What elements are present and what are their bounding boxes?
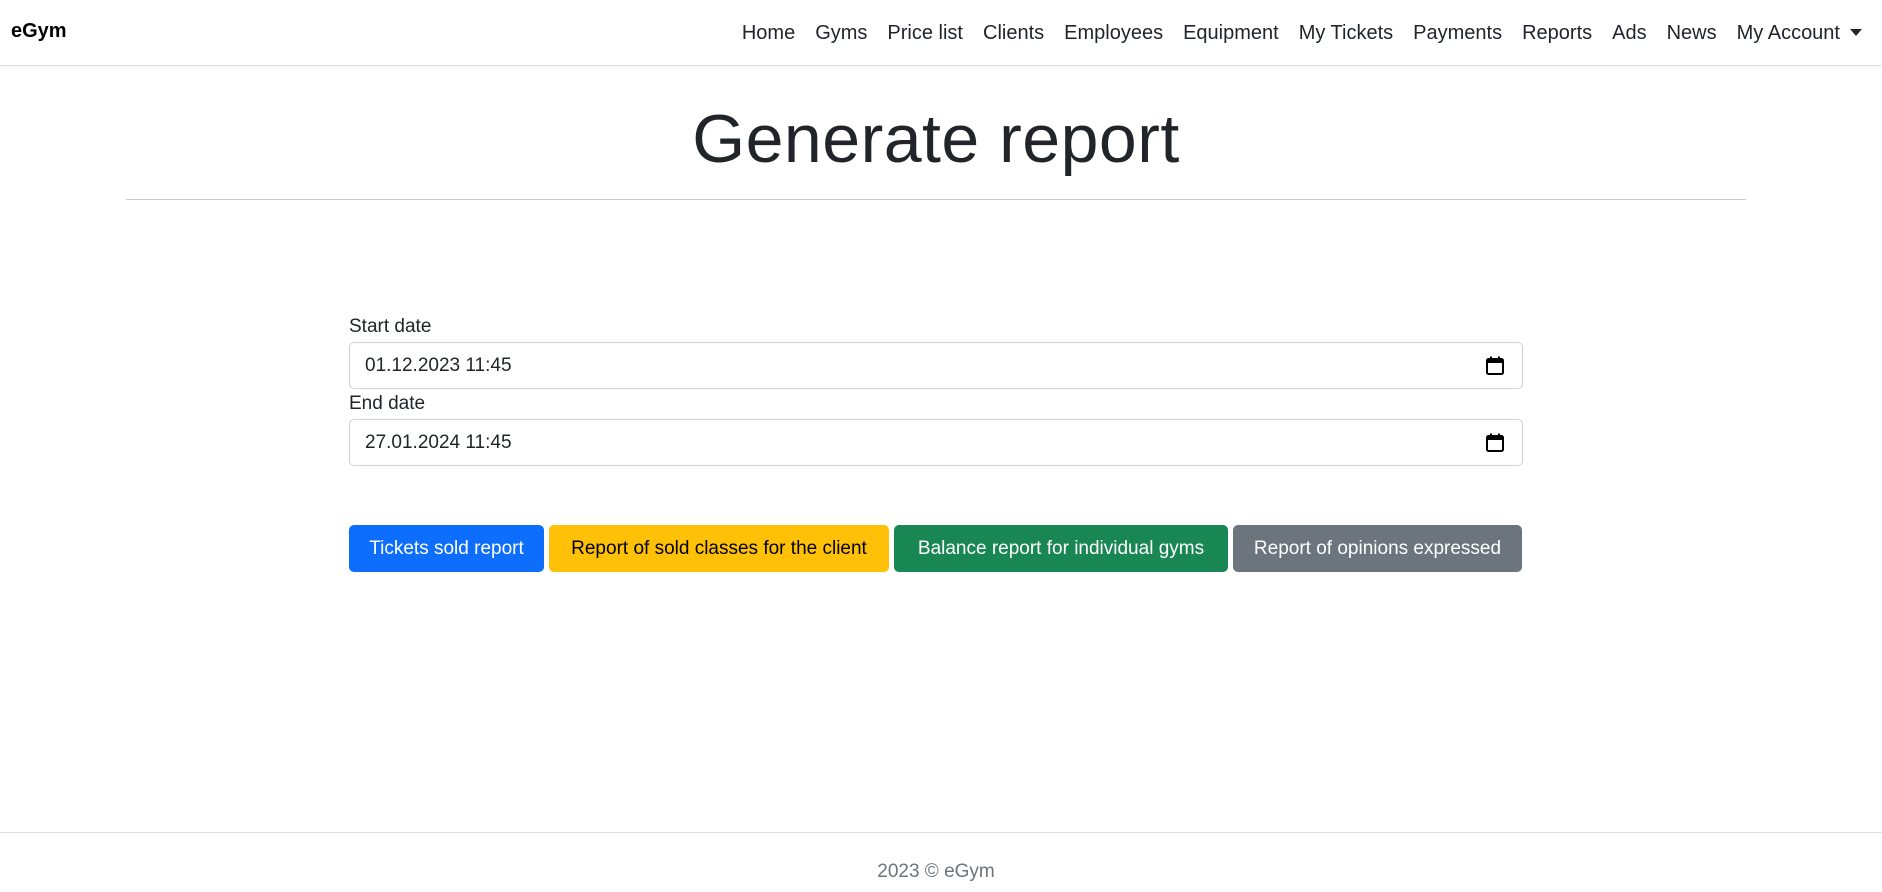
sold-classes-report-button[interactable]: Report of sold classes for the client: [549, 525, 889, 572]
nav-item-home[interactable]: Home: [732, 22, 805, 45]
top-navbar: eGym Home Gyms Price list Clients Employ…: [0, 0, 1882, 66]
nav-item-employees[interactable]: Employees: [1054, 22, 1173, 45]
end-date-value: 27.01.2024 11:45: [365, 432, 512, 453]
nav-item-price-list[interactable]: Price list: [877, 22, 973, 45]
start-date-label: Start date: [349, 316, 432, 337]
footer-copyright: 2023 © eGym: [877, 861, 995, 882]
start-date-input[interactable]: 01.12.2023 11:45: [349, 342, 1523, 389]
chevron-down-icon: [1850, 28, 1862, 36]
report-form: Start date 01.12.2023 11:45 End date 27.…: [349, 316, 1523, 470]
opinions-report-button[interactable]: Report of opinions expressed: [1233, 525, 1522, 572]
my-account-label: My Account: [1736, 21, 1840, 44]
nav-item-ads[interactable]: Ads: [1602, 22, 1656, 45]
calendar-icon[interactable]: [1486, 356, 1504, 375]
nav-item-payments[interactable]: Payments: [1403, 22, 1512, 45]
nav-item-gyms[interactable]: Gyms: [805, 22, 877, 45]
title-divider: [126, 199, 1746, 200]
nav-item-reports[interactable]: Reports: [1512, 22, 1602, 45]
end-date-input[interactable]: 27.01.2024 11:45: [349, 419, 1523, 466]
nav-item-clients[interactable]: Clients: [973, 22, 1054, 45]
balance-report-button[interactable]: Balance report for individual gyms: [894, 525, 1228, 572]
report-buttons: Tickets sold report Report of sold class…: [349, 525, 1522, 572]
footer: 2023 © eGym: [0, 832, 1882, 892]
tickets-sold-report-button[interactable]: Tickets sold report: [349, 525, 544, 572]
nav-item-equipment[interactable]: Equipment: [1173, 22, 1289, 45]
brand-logo[interactable]: eGym: [11, 20, 67, 43]
start-date-value: 01.12.2023 11:45: [365, 355, 512, 376]
my-account-dropdown[interactable]: My Account: [1727, 22, 1872, 45]
calendar-icon[interactable]: [1486, 433, 1504, 452]
main-nav: Home Gyms Price list Clients Employees E…: [732, 0, 1872, 66]
end-date-label: End date: [349, 393, 426, 414]
nav-item-my-tickets[interactable]: My Tickets: [1289, 22, 1403, 45]
page-title: Generate report: [692, 101, 1180, 177]
nav-item-news[interactable]: News: [1657, 22, 1727, 45]
